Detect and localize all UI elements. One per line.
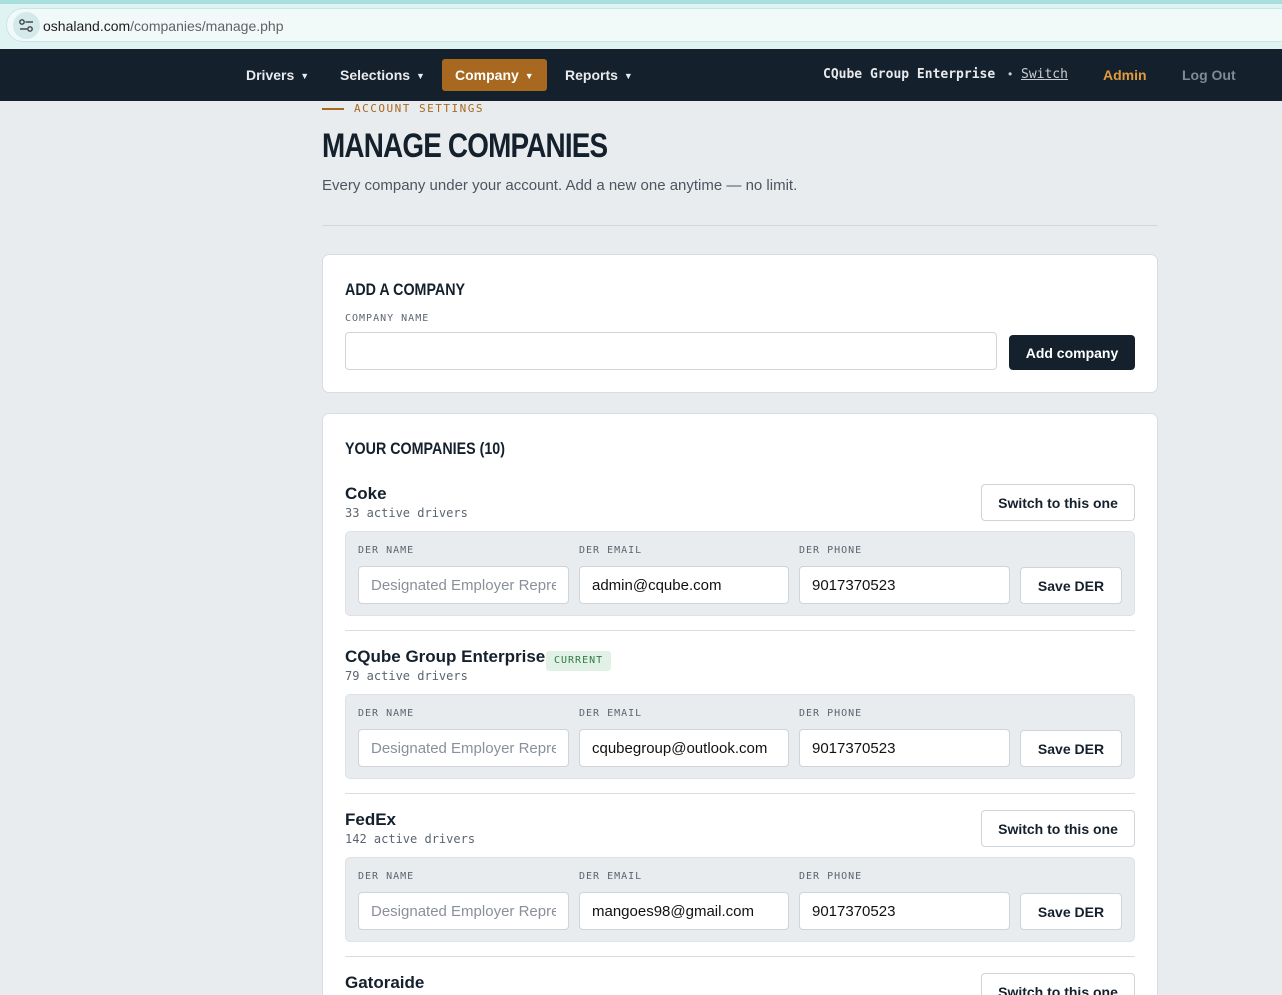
der-phone-input[interactable] xyxy=(799,729,1010,767)
der-phone-label: DER PHONE xyxy=(799,708,863,719)
switch-to-company-button[interactable]: Switch to this one xyxy=(981,484,1135,521)
switch-company-link[interactable]: Switch xyxy=(1021,67,1068,82)
browser-toolbar: oshaland.com/companies/manage.php xyxy=(0,0,1282,49)
der-phone-label: DER PHONE xyxy=(799,871,863,882)
nav-selections-label: Selections xyxy=(340,67,411,83)
nav-selections[interactable]: Selections ▼ xyxy=(340,59,425,91)
der-name-label: DER NAME xyxy=(358,545,415,556)
company-name: Gatoraide xyxy=(345,973,425,992)
url-path: /companies/manage.php xyxy=(130,18,284,34)
add-company-title: ADD A COMPANY xyxy=(345,280,466,299)
header-divider xyxy=(322,225,1158,226)
caret-down-icon: ▼ xyxy=(623,71,633,81)
der-email-input[interactable] xyxy=(579,566,789,604)
site-settings-icon[interactable] xyxy=(13,12,40,39)
nav-logout-link[interactable]: Log Out xyxy=(1182,67,1236,83)
nav-admin-link[interactable]: Admin xyxy=(1103,67,1147,83)
page-title: MANAGE COMPANIES xyxy=(322,127,608,165)
row-divider xyxy=(345,630,1135,631)
url-text[interactable]: oshaland.com/companies/manage.php xyxy=(43,18,284,34)
browser-accent-bar xyxy=(0,0,1282,4)
nav-company-label: Company xyxy=(455,67,519,83)
driver-count: 79 active drivers xyxy=(345,669,468,683)
companies-list-title: YOUR COMPANIES (10) xyxy=(345,439,506,458)
der-phone-label: DER PHONE xyxy=(799,545,863,556)
current-badge: CURRENT xyxy=(546,651,612,671)
der-name-input[interactable] xyxy=(358,566,569,604)
company-name: Coke xyxy=(345,484,387,503)
caret-down-icon: ▼ xyxy=(300,71,310,81)
der-panel: DER NAME DER EMAIL DER PHONE Save DER xyxy=(345,694,1135,779)
save-der-button[interactable]: Save DER xyxy=(1020,567,1122,604)
der-name-label: DER NAME xyxy=(358,871,415,882)
url-domain: oshaland.com xyxy=(43,18,131,34)
der-email-input[interactable] xyxy=(579,729,789,767)
add-company-card: ADD A COMPANY COMPANY NAME Add company xyxy=(322,254,1158,393)
nav-company[interactable]: Company ▼ xyxy=(442,59,547,91)
der-name-label: DER NAME xyxy=(358,708,415,719)
nav-drivers-label: Drivers xyxy=(246,67,295,83)
caret-down-icon: ▼ xyxy=(416,71,425,81)
switch-to-company-button[interactable]: Switch to this one xyxy=(981,973,1135,995)
save-der-button[interactable]: Save DER xyxy=(1020,893,1122,930)
eyebrow-text: ACCOUNT SETTINGS xyxy=(354,102,484,115)
der-email-input[interactable] xyxy=(579,892,789,930)
der-panel: DER NAME DER EMAIL DER PHONE Save DER xyxy=(345,531,1135,616)
eyebrow-line xyxy=(322,108,344,110)
der-phone-input[interactable] xyxy=(799,892,1010,930)
der-phone-input[interactable] xyxy=(799,566,1010,604)
company-name-input[interactable] xyxy=(345,332,997,370)
row-divider xyxy=(345,793,1135,794)
caret-down-icon: ▼ xyxy=(524,71,534,81)
der-email-label: DER EMAIL xyxy=(579,708,643,719)
companies-list-card: YOUR COMPANIES (10) Coke 33 active drive… xyxy=(322,413,1158,995)
nav-reports-label: Reports xyxy=(565,67,618,83)
page-subtitle: Every company under your account. Add a … xyxy=(322,177,798,194)
add-company-button[interactable]: Add company xyxy=(1009,335,1135,370)
top-navbar: Drivers ▼ Selections ▼ Company ▼ Reports ▼ C… xyxy=(0,49,1282,101)
der-email-label: DER EMAIL xyxy=(579,871,643,882)
save-der-button[interactable]: Save DER xyxy=(1020,730,1122,767)
nav-drivers[interactable]: Drivers ▼ xyxy=(246,59,309,91)
company-name: FedEx xyxy=(345,810,397,829)
company-name-label: COMPANY NAME xyxy=(345,313,430,324)
address-bar[interactable]: oshaland.com/companies/manage.php xyxy=(6,8,1282,42)
nav-reports[interactable]: Reports ▼ xyxy=(565,59,633,91)
separator-dot: • xyxy=(1008,67,1013,81)
der-name-input[interactable] xyxy=(358,892,569,930)
der-name-input[interactable] xyxy=(358,729,569,767)
row-divider xyxy=(345,956,1135,957)
switch-to-company-button[interactable]: Switch to this one xyxy=(981,810,1135,847)
driver-count: 33 active drivers xyxy=(345,506,468,520)
current-company-brand: CQube Group Enterprise xyxy=(823,67,996,82)
company-name: CQube Group Enterprise xyxy=(345,647,546,666)
der-panel: DER NAME DER EMAIL DER PHONE Save DER xyxy=(345,857,1135,942)
der-email-label: DER EMAIL xyxy=(579,545,643,556)
driver-count: 142 active drivers xyxy=(345,832,476,846)
